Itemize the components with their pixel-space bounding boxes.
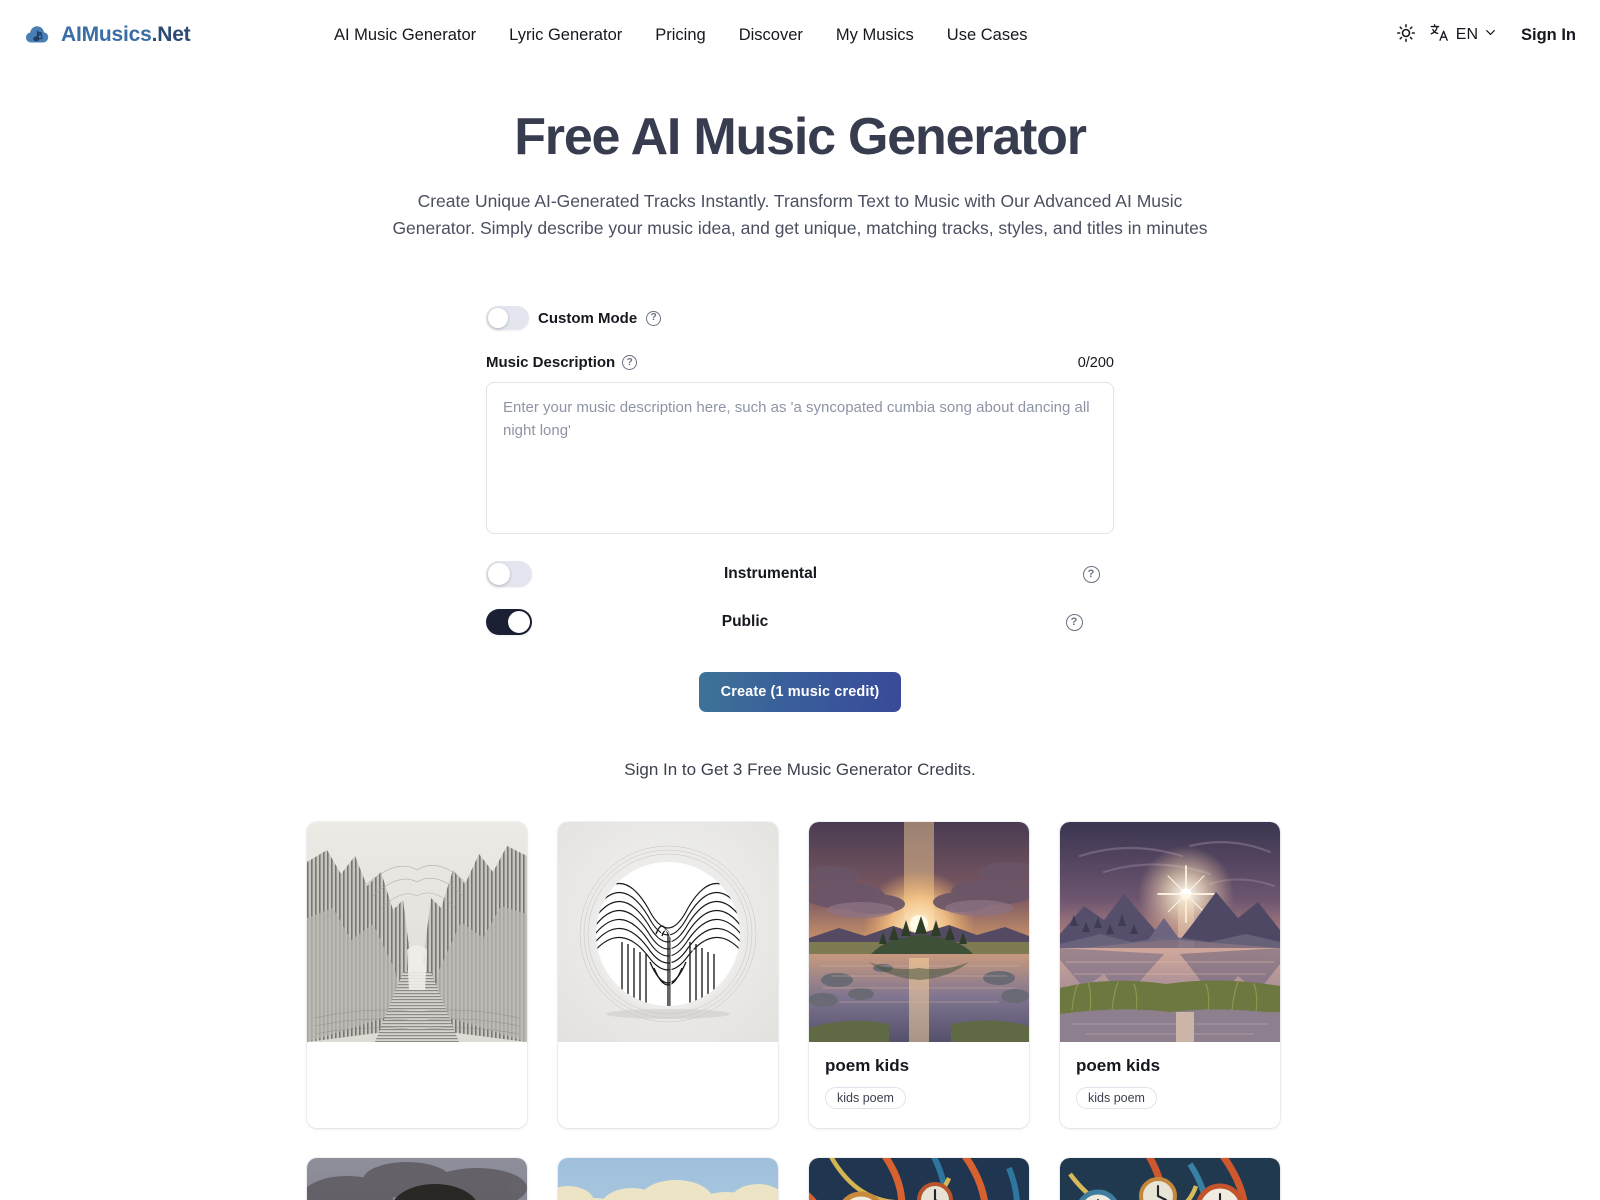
music-card[interactable] (307, 822, 527, 1129)
hero-section: Free AI Music Generator Create Unique AI… (0, 70, 1600, 242)
music-card[interactable]: poem kids kids poem (809, 822, 1029, 1129)
card-title: poem kids (825, 1056, 910, 1076)
custom-mode-help-icon[interactable]: ? (646, 310, 662, 326)
card-artwork-clock-collage-b (1060, 1158, 1280, 1200)
music-card[interactable] (307, 1158, 527, 1200)
nav-item-my-musics[interactable]: My Musics (836, 26, 941, 45)
language-code: EN (1455, 26, 1478, 43)
card-artwork-monochrome-canyon (307, 822, 527, 1043)
music-card[interactable] (558, 1158, 778, 1200)
card-body: poem kids kids poem (1060, 1042, 1280, 1128)
public-row: Public ? (486, 609, 1114, 636)
page-subtitle: Create Unique AI-Generated Tracks Instan… (392, 191, 1208, 239)
cloud-music-note-icon (24, 21, 52, 49)
header-actions: EN Sign In (1389, 18, 1576, 52)
custom-mode-toggle[interactable] (486, 306, 529, 331)
card-artwork-sunset-island-lake (809, 822, 1029, 1043)
card-body (558, 1042, 778, 1128)
nav-item-discover[interactable]: Discover (739, 26, 830, 45)
card-artwork-monochrome-orb (558, 822, 778, 1043)
toggle-knob (488, 308, 508, 329)
public-label: Public (721, 613, 769, 631)
instrumental-help-icon[interactable]: ? (1082, 565, 1100, 583)
character-counter: 0/200 (1077, 354, 1114, 371)
primary-navigation: AI Music Generator Lyric Generator Prici… (334, 26, 1028, 45)
music-card[interactable] (558, 822, 778, 1129)
page-title: Free AI Music Generator (514, 108, 1087, 166)
nav-item-use-cases[interactable]: Use Cases (947, 26, 1028, 45)
chevron-down-icon (1484, 26, 1497, 44)
card-artwork-red-building-sky (558, 1158, 778, 1200)
site-header: AIMusics.Net AI Music Generator Lyric Ge… (0, 0, 1600, 70)
nav-item-pricing[interactable]: Pricing (655, 26, 732, 45)
music-card[interactable] (809, 1158, 1029, 1200)
instrumental-toggle[interactable] (486, 561, 532, 588)
instrumental-label: Instrumental (723, 565, 817, 583)
translate-icon (1429, 22, 1450, 48)
generator-form: Custom Mode ? Music Description ? 0/200 … (486, 306, 1114, 713)
create-button-wrap: Create (1 music credit) (486, 672, 1114, 713)
public-help-icon[interactable]: ? (1065, 613, 1083, 631)
music-description-label: Music Description (486, 354, 616, 372)
brand-logo[interactable]: AIMusics.Net (24, 21, 191, 49)
card-artwork-fire-smoke (307, 1158, 527, 1200)
music-description-row: Music Description ? 0/200 (486, 354, 1114, 371)
credits-note: Sign In to Get 3 Free Music Generator Cr… (624, 760, 976, 780)
card-artwork-clock-collage-a (809, 1158, 1029, 1200)
music-card[interactable]: poem kids kids poem (1060, 822, 1280, 1129)
card-body: poem kids kids poem (809, 1042, 1029, 1128)
card-tag[interactable]: kids poem (1076, 1087, 1157, 1110)
card-tag[interactable]: kids poem (825, 1087, 906, 1110)
public-toggle[interactable] (486, 609, 532, 636)
custom-mode-row: Custom Mode ? (486, 306, 1114, 331)
theme-toggle-button[interactable] (1389, 18, 1423, 52)
music-description-help-icon[interactable]: ? (622, 355, 638, 371)
instrumental-row: Instrumental ? (486, 561, 1114, 588)
nav-item-lyric-generator[interactable]: Lyric Generator (509, 26, 649, 45)
music-card-grid: poem kids kids poem poem kids kids poem (307, 822, 1293, 1200)
card-body (307, 1042, 527, 1128)
brand-name: AIMusics.Net (61, 23, 191, 46)
language-selector[interactable]: EN (1429, 22, 1497, 48)
sign-in-button[interactable]: Sign In (1521, 26, 1576, 45)
toggle-knob (508, 611, 530, 634)
card-artwork-star-mountain-lake (1060, 822, 1280, 1043)
music-description-input[interactable] (486, 382, 1114, 535)
custom-mode-label: Custom Mode (538, 309, 638, 327)
card-title: poem kids (1076, 1056, 1161, 1076)
nav-item-ai-music-generator[interactable]: AI Music Generator (334, 26, 503, 45)
toggle-knob (488, 563, 510, 586)
create-button[interactable]: Create (1 music credit) (698, 672, 902, 713)
sun-icon (1396, 23, 1416, 48)
music-card[interactable] (1060, 1158, 1280, 1200)
